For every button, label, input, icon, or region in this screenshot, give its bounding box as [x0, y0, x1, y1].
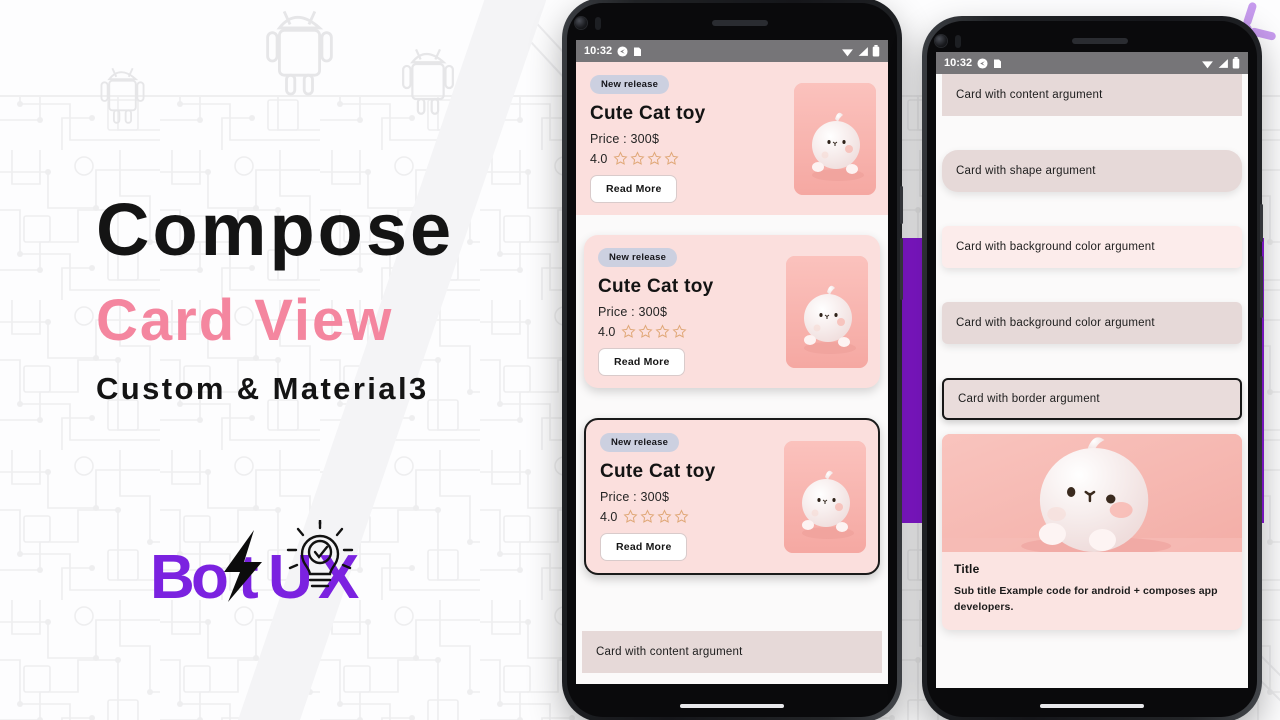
card-with-background-color-argument-alt[interactable]: Card with background color argument	[942, 302, 1242, 344]
logo-letter-o: o	[191, 543, 229, 612]
product-card-rounded[interactable]: New release Cute Cat toy Price : 300$ 4.…	[584, 235, 880, 388]
read-more-button[interactable]: Read More	[590, 175, 678, 203]
product-thumbnail	[786, 255, 868, 368]
home-indicator[interactable]	[1040, 704, 1144, 708]
poster-title-main: Compose	[96, 188, 455, 271]
phone-screen-right: 10:32 Card with content argument Card wi…	[936, 52, 1248, 688]
power-button[interactable]	[900, 186, 903, 224]
rating-value: 4.0	[600, 509, 618, 524]
earpiece-speaker	[712, 20, 768, 26]
star-icon[interactable]	[623, 509, 638, 524]
product-title: Cute Cat toy	[600, 461, 716, 482]
new-release-badge: New release	[598, 248, 678, 267]
notification-icon	[634, 47, 642, 56]
media-card-title: Title	[954, 562, 980, 576]
product-thumbnail	[784, 440, 866, 553]
card-with-shape-argument[interactable]: Card with shape argument	[942, 150, 1242, 192]
product-card-bordered[interactable]: New release Cute Cat toy Price : 300$ 4.…	[584, 418, 880, 575]
card-spacer	[936, 420, 1248, 434]
card-spacer	[936, 344, 1248, 378]
product-card-flat[interactable]: New release Cute Cat toy Price : 300$ 4.…	[576, 62, 888, 215]
rating-value: 4.0	[598, 324, 616, 339]
product-title: Cute Cat toy	[598, 276, 714, 297]
star-icon[interactable]	[640, 509, 655, 524]
front-camera-icon	[574, 17, 587, 29]
card-spacer	[936, 116, 1248, 150]
product-price: Price : 300$	[590, 132, 660, 146]
logo-letter-b: B	[150, 543, 195, 612]
location-icon	[617, 45, 628, 57]
signal-icon	[858, 46, 868, 56]
star-icon[interactable]	[657, 509, 672, 524]
earpiece-speaker	[1072, 38, 1128, 44]
media-card-image	[942, 434, 1242, 552]
volume-button[interactable]	[1260, 256, 1263, 318]
phone-hardware-row	[562, 14, 902, 32]
product-thumbnail	[794, 82, 876, 195]
card-list-left[interactable]: New release Cute Cat toy Price : 300$ 4.…	[576, 62, 888, 684]
product-title: Cute Cat toy	[590, 103, 706, 124]
rating-row: 4.0	[598, 324, 778, 339]
read-more-button[interactable]: Read More	[598, 348, 686, 376]
card-spacer	[576, 398, 888, 408]
card-spacer	[576, 215, 888, 225]
card-with-background-color-argument[interactable]: Card with background color argument	[942, 226, 1242, 268]
card-spacer	[576, 585, 888, 631]
rating-row: 4.0	[600, 509, 776, 524]
card-with-content-argument[interactable]: Card with content argument	[582, 631, 882, 673]
status-bar-time: 10:32	[584, 45, 613, 57]
star-icon[interactable]	[674, 509, 689, 524]
star-icon[interactable]	[613, 151, 628, 166]
status-bar: 10:32	[936, 52, 1248, 74]
card-with-content-argument[interactable]: Card with content argument	[942, 74, 1242, 116]
star-icon[interactable]	[621, 324, 636, 339]
product-price: Price : 300$	[600, 490, 670, 504]
battery-icon	[872, 45, 880, 57]
proximity-sensor-icon	[594, 17, 601, 30]
phone-screen-left: 10:32 New release Cute Cat toy Price: 3…	[576, 40, 888, 684]
phone-mockup-right: 10:32 Card with content argument Card wi…	[922, 16, 1263, 720]
home-indicator[interactable]	[680, 704, 784, 708]
logo-letter-u: U	[268, 543, 313, 612]
card-with-border-argument[interactable]: Card with border argument	[942, 378, 1242, 420]
marketing-panel: Compose Card View Custom & Material3 B o…	[0, 0, 560, 720]
card-spacer	[936, 268, 1248, 302]
front-camera-icon	[934, 35, 947, 47]
battery-icon	[1232, 57, 1240, 69]
location-icon	[977, 57, 988, 69]
proximity-sensor-icon	[954, 35, 961, 48]
card-spacer	[936, 192, 1248, 226]
headline-group: Compose Card View Custom & Material3	[96, 192, 556, 405]
read-more-button[interactable]: Read More	[600, 533, 688, 561]
status-bar-time: 10:32	[944, 57, 973, 69]
botux-logo: B o t U X	[150, 518, 400, 620]
phone-mockup-left: 10:32 New release Cute Cat toy Price: 3…	[562, 0, 903, 720]
star-icon[interactable]	[664, 151, 679, 166]
poster-title-tagline: Custom & Material3	[96, 370, 429, 406]
rating-value: 4.0	[590, 151, 608, 166]
power-button[interactable]	[1260, 204, 1263, 242]
new-release-badge: New release	[600, 433, 680, 452]
card-list-right[interactable]: Card with content argument Card with sha…	[936, 74, 1248, 688]
poster-title-sub: Card View	[96, 288, 394, 354]
media-card-subtitle: Sub title Example code for android + com…	[954, 585, 1218, 613]
rating-row: 4.0	[590, 151, 786, 166]
wifi-icon	[842, 48, 853, 56]
signal-icon	[1218, 58, 1228, 68]
wifi-icon	[1202, 60, 1213, 68]
star-icon[interactable]	[638, 324, 653, 339]
phone-hardware-row	[922, 32, 1262, 50]
star-icon[interactable]	[647, 151, 662, 166]
volume-button[interactable]	[900, 238, 903, 300]
new-release-badge: New release	[590, 75, 670, 94]
star-icon[interactable]	[655, 324, 670, 339]
star-icon[interactable]	[630, 151, 645, 166]
media-card[interactable]: Title Sub title Example code for android…	[942, 434, 1242, 630]
notification-icon	[994, 59, 1002, 68]
poster-canvas: Compose Card View Custom & Material3 B o…	[0, 0, 1280, 720]
star-icon[interactable]	[672, 324, 687, 339]
status-bar: 10:32	[576, 40, 888, 62]
product-price: Price : 300$	[598, 305, 668, 319]
